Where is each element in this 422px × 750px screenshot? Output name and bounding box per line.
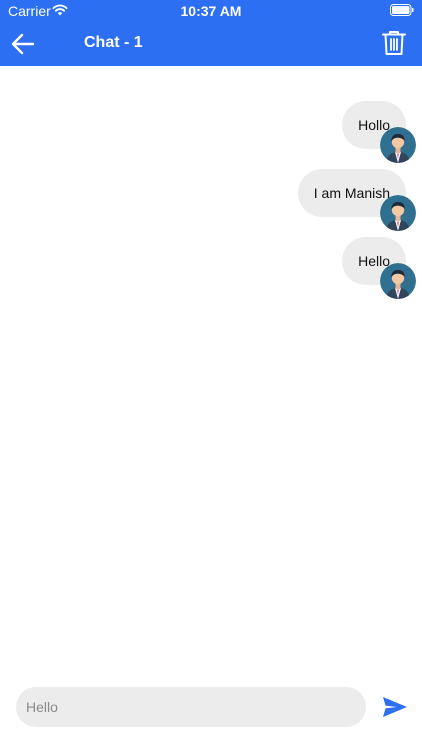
nav-bar: Chat - 1 <box>0 22 422 66</box>
trash-icon[interactable] <box>382 30 406 56</box>
user-avatar-icon <box>380 263 416 299</box>
message-item: Hello <box>342 237 416 299</box>
status-bar: Carrier 10:37 AM <box>0 0 422 22</box>
chat-screen: Carrier 10:37 AM Chat - 1 Hollo I am Man… <box>0 0 422 750</box>
battery-full-icon <box>390 4 414 16</box>
arrow-left-icon[interactable] <box>10 32 36 56</box>
message-item: Hollo <box>342 101 416 163</box>
app-header: Carrier 10:37 AM Chat - 1 <box>0 0 422 66</box>
status-time: 10:37 AM <box>180 3 242 19</box>
user-avatar-icon <box>380 195 416 231</box>
user-avatar-icon <box>380 127 416 163</box>
page-title: Chat - 1 <box>84 34 143 51</box>
message-input[interactable] <box>16 687 366 727</box>
message-item: I am Manish <box>297 169 416 231</box>
composer <box>0 682 422 732</box>
send-icon[interactable] <box>382 696 408 718</box>
message-list: Hollo I am Manish Hello <box>0 66 422 666</box>
